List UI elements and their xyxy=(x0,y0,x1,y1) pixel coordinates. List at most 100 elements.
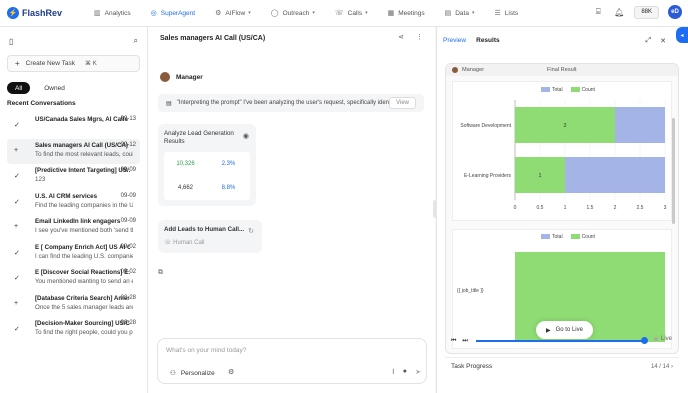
conversation-subtitle: To find the most relevant leads, could y… xyxy=(35,150,133,158)
result-col-final: Final Result xyxy=(547,67,577,73)
x-tick-label: 0 xyxy=(514,205,517,211)
conversation-item[interactable]: ✓ US/Canada Sales Mgrs, AI Calls 09-13 xyxy=(7,113,140,139)
conversation-item[interactable]: ✓ U.S. AI CRM services 09-09 Find the leadi… xyxy=(7,190,140,216)
loading-icon: ↻ xyxy=(248,228,254,235)
legend-total: Total xyxy=(541,234,563,240)
list-icon: ☰ xyxy=(494,10,501,17)
nav-outreach[interactable]: ◯ Outreach ▾ xyxy=(264,4,322,22)
app-logo[interactable]: ⚡ FlashRev xyxy=(7,7,77,19)
view-button[interactable]: View xyxy=(389,97,416,109)
conversation-title: Sales managers AI Call (US/CA) xyxy=(35,141,128,149)
top-bar: ⚡ FlashRev ▥ Analytics ◎ SuperAgent ⚙ AIFlow ▾… xyxy=(0,0,688,27)
data-icon: ▤ xyxy=(444,10,452,17)
conversation-item[interactable]: + Sales managers AI Call (US/CA) 09-12 To f… xyxy=(7,138,140,164)
close-icon[interactable]: ✕ xyxy=(660,37,666,45)
toggle-sidebar-icon[interactable]: ▯ xyxy=(9,37,13,46)
manager-mini-avatar xyxy=(452,67,458,73)
plus-icon: + xyxy=(14,299,19,307)
nav-analytics[interactable]: ▥ Analytics xyxy=(87,4,138,22)
task-progress[interactable]: Task Progress 14 / 14 › xyxy=(445,357,679,375)
stat-value: 8.8% xyxy=(221,185,236,191)
send-icon[interactable]: ➤ xyxy=(415,368,421,376)
expand-icon[interactable]: ⤢ xyxy=(646,37,652,45)
analysis-card[interactable]: Analyze Lead Generation Results ◉ 10,326… xyxy=(158,124,256,206)
filter-owned[interactable]: Owned xyxy=(36,82,73,94)
conversation-item[interactable]: ✓ [Predictive Intent Targeting] US/... 09-… xyxy=(7,164,140,190)
conversation-subtitle: I see you've mentioned both 'send the... xyxy=(35,227,133,234)
filter-all[interactable]: All xyxy=(7,82,31,94)
nav-label: Outreach xyxy=(282,9,310,17)
replay-track[interactable] xyxy=(476,340,644,342)
settings-icon[interactable]: ⚙ xyxy=(228,368,234,376)
tab-preview[interactable]: Preview xyxy=(443,37,466,44)
nav-lists[interactable]: ☰ Lists xyxy=(487,4,525,22)
thought-bubble: ▤ "Interpreting the prompt" I've been an… xyxy=(158,94,424,112)
human-call-card[interactable]: Add Leads to Human Call... ↻ ☏ Human Cal… xyxy=(158,220,262,253)
composer-placeholder[interactable]: What's on your mind today? xyxy=(166,347,246,354)
avatar[interactable]: eD xyxy=(668,5,682,19)
check-icon: ✓ xyxy=(14,122,20,129)
new-task-button[interactable]: + Create New Task ⌘ K xyxy=(7,55,140,72)
credits-badge[interactable]: 88K xyxy=(634,5,659,19)
chart-1-svg: 0 0.5 1 1.5 2 2.5 3 Software Development 2 E-Lear… xyxy=(460,100,667,211)
eye-icon[interactable]: ◉ xyxy=(243,132,249,140)
personalize-button[interactable]: ⚇ Personalize xyxy=(170,369,215,378)
share-icon[interactable]: ⋖ xyxy=(398,33,404,41)
manager-label: Manager xyxy=(176,73,203,81)
more-icon[interactable]: ⋮ xyxy=(416,33,423,41)
go-live-label: Go to Live xyxy=(555,327,583,333)
nav-superagent[interactable]: ◎ SuperAgent xyxy=(144,4,202,22)
conversation-subtitle: 123 xyxy=(35,176,46,183)
mic-icon[interactable]: ● xyxy=(403,368,407,375)
search-icon[interactable]: ⌕ xyxy=(134,36,138,46)
thought-text: "Interpreting the prompt" I've been anal… xyxy=(176,100,399,106)
main-nav: ▥ Analytics ◎ SuperAgent ⚙ AIFlow ▾ ◯ Outreach ▾ ☏… xyxy=(87,4,531,22)
copy-icon[interactable]: ⧉ xyxy=(158,269,163,277)
conversation-subtitle: You mentioned wanting to send an emai... xyxy=(35,278,133,285)
chat-title: Sales managers AI Call (US/CA) xyxy=(160,34,266,42)
chevron-down-icon: ▾ xyxy=(248,10,251,16)
human-call-title: Add Leads to Human Call... xyxy=(164,226,245,233)
conversation-item[interactable]: ✓ E [Discover Social Reactions] E... 09-02… xyxy=(7,266,140,292)
manager-avatar xyxy=(160,72,170,82)
live-indicator[interactable]: Live xyxy=(654,336,672,342)
x-tick-label: 2.5 xyxy=(637,205,644,211)
tab-results[interactable]: Results xyxy=(476,37,499,44)
conversation-item[interactable]: ✓ [Decision-Maker Sourcing] US/C... 08-28 T… xyxy=(7,317,140,343)
plus-icon: + xyxy=(14,223,19,230)
attach-icon[interactable]: ⌇ xyxy=(392,368,395,376)
nav-label: Analytics xyxy=(104,9,131,17)
conversation-date: 09-09 xyxy=(120,192,136,199)
skip-back-icon[interactable]: ⏮ xyxy=(451,338,456,345)
nav-calls[interactable]: ☏ Calls ▾ xyxy=(328,4,375,22)
composer[interactable]: What's on your mind today? ⚇ Personalize … xyxy=(157,338,427,384)
side-tab-icon[interactable]: ◂ xyxy=(676,27,688,43)
conversation-date: 09-02 xyxy=(120,243,136,250)
nav-data[interactable]: ▤ Data ▾ xyxy=(438,4,482,22)
scrollbar[interactable] xyxy=(672,118,675,224)
conversation-item[interactable]: ✓ E [ Company Enrich Act] US AI C... 09-02… xyxy=(7,241,140,267)
bell-icon[interactable]: 🔔︎ xyxy=(613,6,625,18)
phone-icon: ☏ xyxy=(164,240,174,246)
conversation-date: 08-28 xyxy=(120,320,136,326)
nav-meetings[interactable]: ▦ Meetings xyxy=(381,4,432,22)
preview-panel: Preview Results ⤢ ✕ ◂ Manager Final Resu… xyxy=(436,27,688,393)
skip-forward-icon[interactable]: ⏭ xyxy=(462,338,467,345)
nav-aiflow[interactable]: ⚙ AIFlow ▾ xyxy=(208,4,258,22)
new-task-label: Create New Task xyxy=(25,60,76,67)
conversation-subtitle: Once the 5 sales manager leads are ide..… xyxy=(35,303,133,311)
replay-player: ⏮ ⏭ Live xyxy=(451,336,675,346)
recent-heading: Recent Conversations xyxy=(7,100,76,107)
phone-icon: ☏ xyxy=(334,10,344,17)
translate-icon[interactable]: ⌸ xyxy=(592,6,604,18)
replay-knob[interactable] xyxy=(641,337,648,344)
data-label: 1 xyxy=(538,173,541,179)
flow-icon: ⚙ xyxy=(215,10,222,17)
conversation-item[interactable]: + Email LinkedIn link engagers 09-09 I see … xyxy=(7,215,140,241)
agent-icon: ◎ xyxy=(150,10,157,17)
conversation-list: ✓ US/Canada Sales Mgrs, AI Calls 09-13 + Sal… xyxy=(0,113,147,343)
task-progress-value: 14 / 14 › xyxy=(650,363,673,370)
conversation-item[interactable]: + [Database Criteria Search] Ameri... 08-2… xyxy=(7,292,140,318)
conversation-title: U.S. AI CRM services xyxy=(35,192,98,200)
nav-label: SuperAgent xyxy=(160,9,196,17)
